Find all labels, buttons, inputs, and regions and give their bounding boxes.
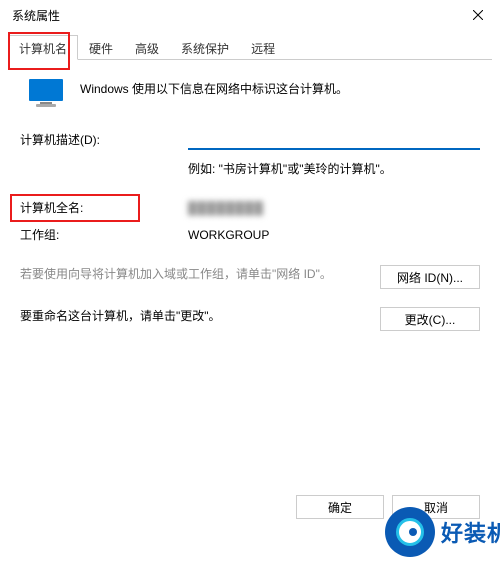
titlebar: 系统属性 [0, 0, 500, 30]
watermark-text: 好装机 [441, 516, 500, 548]
input-description[interactable] [188, 128, 480, 150]
close-icon [473, 10, 483, 20]
label-fullname: 计算机全名: [20, 199, 188, 216]
example-text: 例如: "书房计算机"或"美玲的计算机"。 [188, 160, 480, 177]
header-text: Windows 使用以下信息在网络中标识这台计算机。 [80, 76, 348, 97]
content-panel: Windows 使用以下信息在网络中标识这台计算机。 计算机描述(D): 例如:… [0, 60, 500, 331]
value-workgroup: WORKGROUP [188, 228, 269, 242]
watermark-logo-icon [385, 507, 435, 557]
header-row: Windows 使用以下信息在网络中标识这台计算机。 [20, 76, 480, 108]
button-rename[interactable]: 更改(C)... [380, 307, 480, 331]
value-fullname: ████████ [188, 201, 264, 215]
tab-remote[interactable]: 远程 [240, 35, 286, 60]
ok-button[interactable]: 确定 [296, 495, 384, 519]
tab-advanced[interactable]: 高级 [124, 35, 170, 60]
text-network-id: 若要使用向导将计算机加入域或工作组，请单击"网络 ID"。 [20, 265, 370, 283]
row-fullname: 计算机全名: ████████ [20, 199, 480, 216]
watermark: 好装机 [385, 507, 500, 557]
tab-hardware[interactable]: 硬件 [78, 35, 124, 60]
text-rename: 要重命名这台计算机，请单击"更改"。 [20, 307, 370, 325]
button-network-id[interactable]: 网络 ID(N)... [380, 265, 480, 289]
row-description: 计算机描述(D): [20, 128, 480, 150]
window-title: 系统属性 [8, 7, 60, 24]
label-workgroup: 工作组: [20, 226, 188, 243]
row-network-id: 若要使用向导将计算机加入域或工作组，请单击"网络 ID"。 网络 ID(N)..… [20, 265, 480, 289]
tab-system-protection[interactable]: 系统保护 [170, 35, 240, 60]
tab-bar: 计算机名 硬件 高级 系统保护 远程 [8, 34, 492, 60]
label-description: 计算机描述(D): [20, 131, 188, 148]
tab-computer-name[interactable]: 计算机名 [8, 35, 78, 60]
monitor-icon [28, 78, 64, 108]
row-workgroup: 工作组: WORKGROUP [20, 226, 480, 243]
row-rename: 要重命名这台计算机，请单击"更改"。 更改(C)... [20, 307, 480, 331]
close-button[interactable] [455, 0, 500, 30]
